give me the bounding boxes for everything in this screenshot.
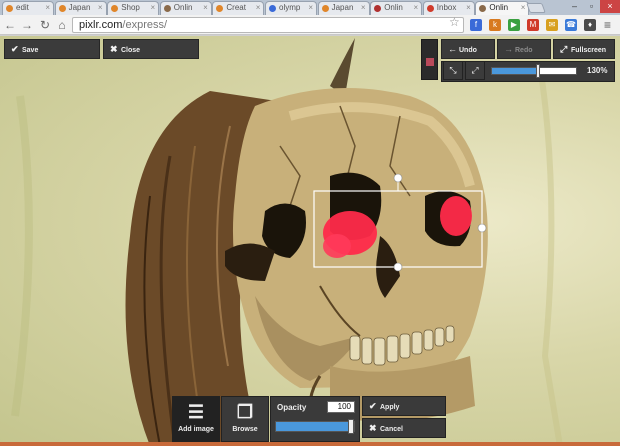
tab-favicon-icon [111,5,119,12]
home-icon[interactable]: ⌂ [55,18,69,32]
add-image-button[interactable]: ☰ Add image [172,396,220,442]
zoom-value: 130% [587,66,608,75]
close-button[interactable]: ✖ Close [103,39,199,59]
tab-favicon-icon [216,5,224,12]
extension-icon[interactable]: ☎ [565,19,577,31]
browser-tab[interactable]: Inbox × [422,1,475,15]
tab-close-icon[interactable]: × [414,2,419,14]
address-bar[interactable]: pixlr.com/express/ [72,17,464,33]
tab-label: Japan [68,3,91,12]
photo-skull [11,38,563,446]
url-path: /express/ [122,19,168,31]
back-arrow-icon[interactable]: ← [3,18,17,32]
tab-close-icon[interactable]: × [466,2,471,14]
tab-favicon-icon [58,5,66,12]
tab-favicon-icon [163,5,171,12]
tab-label: olymp [279,3,301,12]
tab-label: Onlin [489,3,509,12]
opacity-panel: Opacity 100 [270,396,360,442]
tab-favicon-icon [426,5,434,12]
browser-tab[interactable]: olymp × [265,1,317,15]
tab-close-icon[interactable]: × [98,2,103,14]
zoom-fit-icon[interactable]: ⤡ [443,61,463,80]
extension-icon[interactable]: f [470,19,482,31]
extension-icon[interactable]: ▶ [508,19,520,31]
tab-close-icon[interactable]: × [521,2,526,14]
tab-label: edit [16,3,29,12]
maximize-icon[interactable]: ▫ [583,0,600,13]
window-close-icon[interactable]: × [600,0,620,13]
extension-icon[interactable]: ♦ [584,19,596,31]
tab-close-icon[interactable]: × [308,2,313,14]
opacity-input[interactable]: 100 [327,401,355,413]
editor-canvas[interactable]: ✔ Save ✖ Close ← Undo → Redo ⤢ Fullscreen ⤡ ⤢… [0,36,620,446]
os-taskbar [0,442,620,446]
browser-tab[interactable]: Japan × [54,1,107,15]
browser-tab[interactable]: edit × [2,1,54,15]
close-icon: ✖ [110,44,118,54]
url-host: pixlr.com [79,19,123,31]
arrow-right-icon: → [504,44,513,54]
save-button[interactable]: ✔ Save [4,39,100,59]
close-icon: ✖ [369,423,377,433]
opacity-slider-fill [276,422,354,431]
color-swatch[interactable] [426,58,434,66]
checkmark-icon: ✔ [11,44,19,54]
browse-button[interactable]: ❐ Browse [221,396,269,442]
opacity-label: Opacity [277,403,307,412]
checkmark-icon: ✔ [369,401,377,411]
arrow-left-icon: ← [448,44,457,54]
tab-close-icon[interactable]: × [256,2,261,14]
tab-label: Onlin [384,3,403,12]
browser-tab[interactable]: Onlin × [370,1,423,15]
tab-favicon-icon [374,5,382,12]
undo-button[interactable]: ← Undo [441,39,495,59]
zoom-slider-handle[interactable] [536,64,541,78]
browser-tab-strip: edit × Japan × Shop × Onlin × Creat × olymp × Japan ×… [0,0,620,15]
browser-toolbar: ← → ↻ ⌂ pixlr.com/express/ ☆ f k ▶ M ✉ ☎ ♦ ≡ [0,15,620,35]
color-swatch-panel [421,39,438,80]
tab-close-icon[interactable]: × [361,2,366,14]
tab-label: Creat [226,3,246,12]
reload-icon[interactable]: ↻ [38,18,52,32]
tab-close-icon[interactable]: × [45,2,50,14]
browser-tab[interactable]: Creat × [212,1,265,15]
tab-label: Shop [121,3,140,12]
opacity-slider-handle[interactable] [348,419,354,434]
tab-favicon-icon [479,5,487,12]
browser-tab[interactable]: Onlin × [475,1,530,15]
browser-tab[interactable]: Onlin × [159,1,212,15]
tab-favicon-icon [321,5,329,12]
redo-button[interactable]: → Redo [497,39,551,59]
tab-close-icon[interactable]: × [203,2,208,14]
new-tab-button[interactable] [526,3,546,13]
minimize-icon[interactable]: – [566,0,583,13]
tab-favicon-icon [6,5,13,12]
browser-tab[interactable]: Japan × [317,1,370,15]
zoom-actual-icon[interactable]: ⤢ [465,61,485,80]
photos-icon: ❐ [236,402,254,422]
forward-arrow-icon[interactable]: → [20,18,34,32]
zoom-slider[interactable] [491,64,577,78]
layers-icon: ☰ [187,402,205,422]
fullscreen-button[interactable]: ⤢ Fullscreen [553,39,615,59]
tab-label: Onlin [173,3,193,12]
extension-icon[interactable]: M [527,19,539,31]
opacity-slider[interactable] [275,419,355,434]
cancel-button[interactable]: ✖ Cancel [362,418,446,438]
tab-favicon-icon [269,5,276,12]
browser-tab[interactable]: Shop × [107,1,160,15]
fullscreen-icon: ⤢ [560,44,568,54]
tab-label: Inbox [436,3,457,12]
tab-close-icon[interactable]: × [151,2,156,14]
zoom-slider-fill [492,68,539,74]
extension-icon[interactable]: k [489,19,501,31]
chrome-menu-icon[interactable]: ≡ [604,18,611,32]
bookmark-star-icon[interactable]: ☆ [449,15,460,29]
tab-label: Japan [331,3,354,12]
extension-icon[interactable]: ✉ [546,19,558,31]
apply-button[interactable]: ✔ Apply [362,396,446,416]
